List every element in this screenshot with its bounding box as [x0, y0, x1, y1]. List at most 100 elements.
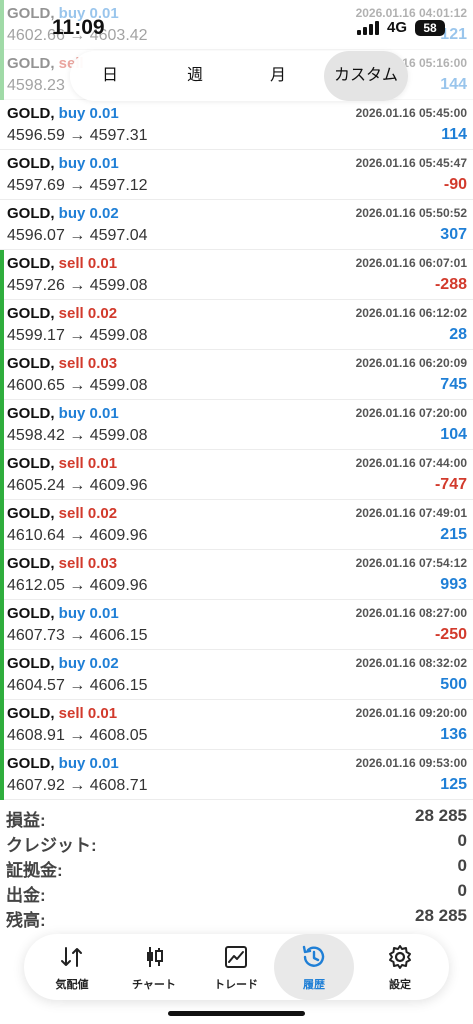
nav-trade[interactable]: トレード: [196, 934, 276, 1000]
tab-day[interactable]: 日: [80, 51, 140, 101]
deal-side: sell 0.02: [58, 305, 118, 322]
deal-time: 2026.01.16 07:20:00: [355, 406, 467, 420]
deal-profit: 307: [440, 226, 467, 243]
deal-profit: -288: [434, 276, 467, 293]
deal-profit: 144: [440, 76, 467, 93]
deal-symbol-text: GOLD,: [7, 605, 55, 622]
summary-withdrawal: 出金: 0: [0, 880, 473, 905]
quotes-arrows-icon: [32, 944, 112, 970]
deal-row[interactable]: GOLD, buy 0.02 4604.57 → 4606.15 2026.01…: [0, 650, 473, 700]
deal-symbol: GOLD, buy 0.01: [7, 755, 119, 772]
nav-history[interactable]: 履歴: [274, 934, 354, 1000]
deal-symbol-text: GOLD,: [7, 55, 55, 72]
deal-symbol: GOLD, buy 0.01: [7, 605, 119, 622]
summary-value: 28 285: [415, 906, 467, 925]
deal-symbol-text: GOLD,: [7, 455, 55, 472]
deal-profit: -250: [434, 626, 467, 643]
deal-profit: -90: [443, 176, 467, 193]
period-selector: 日 週 月 カスタム: [70, 51, 408, 101]
deal-row[interactable]: GOLD, sell 0.03 4612.05 → 4609.96 2026.0…: [0, 550, 473, 600]
deal-row[interactable]: GOLD, buy 0.01 4597.69 → 4597.12 2026.01…: [0, 150, 473, 200]
deal-side: buy 0.01: [58, 155, 119, 172]
deal-prices: 4596.07 → 4597.04: [7, 227, 148, 244]
nav-quotes[interactable]: 気配値: [32, 934, 112, 1000]
status-indicators: 4G 58: [356, 19, 445, 36]
deal-time: 2026.01.16 07:54:12: [355, 556, 467, 570]
deal-accent-bar: [0, 500, 4, 550]
deal-symbol-text: GOLD,: [7, 655, 55, 672]
deal-profit: 993: [440, 576, 467, 593]
deal-profit: 500: [440, 676, 467, 693]
status-time: 11:09: [52, 16, 105, 39]
bottom-nav: 気配値 チャート トレード 履歴 設定: [24, 934, 449, 1000]
deal-accent-bar: [0, 750, 4, 800]
nav-chart[interactable]: チャート: [114, 934, 194, 1000]
cellular-signal-icon: [356, 20, 379, 35]
summary-value: 0: [457, 856, 467, 875]
deal-time: 2026.01.16 06:07:01: [355, 256, 467, 270]
deal-accent-bar: [0, 400, 4, 450]
nav-settings[interactable]: 設定: [360, 934, 440, 1000]
deal-symbol: GOLD, buy 0.01: [7, 155, 119, 172]
deal-accent-bar: [0, 550, 4, 600]
deal-time: 2026.01.16 08:32:02: [355, 656, 467, 670]
deal-symbol: GOLD, buy 0.02: [7, 655, 119, 672]
deal-prices: 4610.64 → 4609.96: [7, 527, 148, 544]
deal-prices: 4597.69 → 4597.12: [7, 177, 148, 194]
deal-prices: 4597.26 → 4599.08: [7, 277, 148, 294]
deal-time: 16 05:16:00: [402, 56, 467, 70]
deal-profit: 215: [440, 526, 467, 543]
deal-row[interactable]: GOLD, sell 0.03 4600.65 → 4599.08 2026.0…: [0, 350, 473, 400]
deal-row[interactable]: GOLD, sell 0.02 4610.64 → 4609.96 2026.0…: [0, 500, 473, 550]
status-bar: 11:09 4G 58: [0, 0, 473, 50]
deal-symbol-text: GOLD,: [7, 405, 55, 422]
nav-label: 気配値: [55, 979, 89, 991]
deal-symbol-text: GOLD,: [7, 305, 55, 322]
deal-row[interactable]: GOLD, sell 0.01 4608.91 → 4608.05 2026.0…: [0, 700, 473, 750]
deal-symbol-text: GOLD,: [7, 255, 55, 272]
nav-label: トレード: [214, 979, 258, 991]
deal-accent-bar: [0, 350, 4, 400]
deal-prices: 4608.91 → 4608.05: [7, 727, 148, 744]
summary-label: 残高:: [6, 911, 46, 930]
deal-symbol-text: GOLD,: [7, 705, 55, 722]
deal-time: 2026.01.16 09:53:00: [355, 756, 467, 770]
home-indicator: [168, 1011, 305, 1016]
deal-symbol-text: GOLD,: [7, 205, 55, 222]
deal-symbol-text: GOLD,: [7, 355, 55, 372]
summary-label: クレジット:: [6, 836, 97, 855]
deal-accent-bar: [0, 650, 4, 700]
summary-value: 0: [457, 831, 467, 850]
deal-time: 2026.01.16 06:20:09: [355, 356, 467, 370]
tab-week[interactable]: 週: [165, 51, 225, 101]
deal-profit: -747: [434, 476, 467, 493]
deal-symbol: GOLD, buy 0.01: [7, 105, 119, 122]
deal-symbol: GOLD, sell 0.01: [7, 455, 117, 472]
deal-profit: 125: [440, 776, 467, 793]
deal-row[interactable]: GOLD, sell 0.02 4599.17 → 4599.08 2026.0…: [0, 300, 473, 350]
summary-balance: 残高: 28 285: [0, 905, 473, 930]
gear-icon: [360, 944, 440, 970]
deal-prices: 4600.65 → 4599.08: [7, 377, 148, 394]
deal-side: buy 0.01: [58, 755, 119, 772]
deal-symbol-text: GOLD,: [7, 755, 55, 772]
deal-prices: 4598.42 → 4599.08: [7, 427, 148, 444]
deal-row[interactable]: GOLD, buy 0.01 4596.59 → 4597.31 2026.01…: [0, 100, 473, 150]
deal-profit: 136: [440, 726, 467, 743]
summary-credit: クレジット: 0: [0, 830, 473, 855]
history-clock-icon: [274, 944, 354, 970]
network-type: 4G: [386, 19, 407, 36]
deal-row[interactable]: GOLD, buy 0.01 4598.42 → 4599.08 2026.01…: [0, 400, 473, 450]
deal-time: 2026.01.16 07:49:01: [355, 506, 467, 520]
deal-row[interactable]: GOLD, buy 0.02 4596.07 → 4597.04 2026.01…: [0, 200, 473, 250]
deal-row[interactable]: GOLD, buy 0.01 4607.73 → 4606.15 2026.01…: [0, 600, 473, 650]
deal-time: 2026.01.16 05:45:00: [355, 106, 467, 120]
deal-row[interactable]: GOLD, sell 0.01 4605.24 → 4609.96 2026.0…: [0, 450, 473, 500]
tab-custom[interactable]: カスタム: [324, 51, 408, 101]
deal-symbol-text: GOLD,: [7, 555, 55, 572]
tab-month[interactable]: 月: [248, 51, 308, 101]
deal-prices: 4607.92 → 4608.71: [7, 777, 148, 794]
deal-row[interactable]: GOLD, buy 0.01 4607.92 → 4608.71 2026.01…: [0, 750, 473, 800]
deal-side: buy 0.02: [58, 205, 119, 222]
deal-row[interactable]: GOLD, sell 0.01 4597.26 → 4599.08 2026.0…: [0, 250, 473, 300]
